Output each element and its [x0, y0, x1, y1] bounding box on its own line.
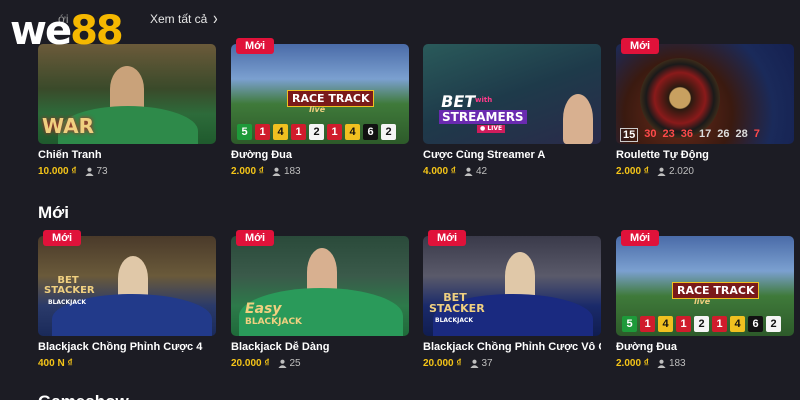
game-name: Blackjack Dễ Dàng: [231, 341, 330, 353]
game-name: Chiến Tranh: [38, 149, 102, 161]
game-card-bet-stacker-4[interactable]: Mới BET STACKER BLACKJACK Blackjack Chồn…: [38, 230, 216, 369]
game-name: Đường Đua: [231, 149, 293, 161]
min-bet: 4.000 ₫: [423, 166, 456, 177]
race-track-logo: RACE TRACK: [287, 90, 375, 107]
player-count: 25: [289, 358, 301, 369]
game-card-bet-stacker-unlimited[interactable]: Mới BET STACKER BLACKJACK Blackjack Chồn…: [423, 230, 601, 369]
min-bet: 2.000 ₫: [616, 166, 649, 177]
game-name: Blackjack Chồng Phỉnh Cược Vô C...: [423, 341, 601, 353]
min-bet: 10.000 ₫: [38, 166, 77, 177]
game-thumbnail[interactable]: 15 30 23 36 17 26 28 7: [616, 44, 794, 144]
min-bet: 400 N ₫: [38, 358, 73, 369]
min-bet: 2.000 ₫: [616, 358, 649, 369]
user-icon: [469, 359, 479, 368]
bet-stacker-logo: BET STACKER: [429, 291, 485, 315]
roulette-wheel: [640, 58, 720, 138]
player-count: 2.020: [668, 166, 694, 177]
user-icon: [84, 167, 94, 176]
new-badge: Mới: [621, 230, 660, 246]
game-card-bet-with-streamers[interactable]: BET with STREAMERS ● LIVE Cược Cùng Stre…: [423, 44, 601, 177]
min-bet: 20.000 ₫: [231, 358, 270, 369]
chevron-right-icon[interactable]: ›: [213, 8, 218, 29]
min-bet: 2.000 ₫: [231, 166, 264, 177]
bet-stacker-logo: BET STACKER: [44, 275, 95, 296]
game-thumbnail[interactable]: RACE TRACK live 5 1 4 1 2 1 4 6 2: [616, 236, 794, 336]
game-thumbnail[interactable]: RACE TRACK live 5 1 4 1 2 1 4 6 2: [231, 44, 409, 144]
game-name: Roulette Tự Động: [616, 149, 709, 161]
section-title-new: Mới: [38, 203, 69, 222]
results-strip: 5 1 4 1 2 1 4 6 2: [237, 124, 396, 140]
game-card-race-track[interactable]: Mới RACE TRACK live 5 1 4 1 2 1 4 6 2 Đư…: [231, 38, 409, 177]
game-name: Cược Cùng Streamer A: [423, 149, 546, 161]
player-count: 37: [481, 358, 493, 369]
player-count: 73: [96, 166, 108, 177]
war-logo: WAR: [42, 114, 95, 138]
results-strip: 5 1 4 1 2 1 4 6 2: [622, 316, 781, 332]
new-badge: Mới: [428, 230, 467, 246]
dealer-image: [505, 252, 535, 300]
section-title-gameshow: Gameshow: [38, 392, 129, 400]
race-track-logo: RACE TRACK: [672, 282, 760, 299]
player-count: 42: [475, 166, 488, 177]
game-name: Đường Đua: [616, 341, 678, 353]
game-card-war[interactable]: WAR Chiến Tranh 10.000 ₫ 73: [38, 44, 216, 177]
min-bet: 20.000 ₫: [423, 358, 462, 369]
player-count: 183: [283, 166, 301, 177]
we88-logo[interactable]: we88: [10, 8, 124, 54]
game-thumbnail[interactable]: BET STACKER BLACKJACK: [423, 236, 601, 336]
roulette-results: 15 30 23 36 17 26 28 7: [620, 128, 760, 142]
new-badge: Mới: [43, 230, 82, 246]
easy-blackjack-logo: Easy: [245, 301, 282, 317]
game-thumbnail[interactable]: WAR: [38, 44, 216, 144]
game-card-easy-blackjack[interactable]: Mới Easy BLACKJACK Blackjack Dễ Dàng 20.…: [231, 230, 409, 369]
new-badge: Mới: [236, 230, 275, 246]
user-icon: [464, 167, 473, 176]
streamer-image: [563, 94, 593, 144]
user-icon: [277, 359, 287, 368]
game-thumbnail[interactable]: BET STACKER BLACKJACK: [38, 236, 216, 336]
game-name: Blackjack Chồng Phỉnh Cược 4: [38, 341, 203, 353]
new-badge: Mới: [621, 38, 660, 54]
user-icon: [657, 167, 666, 176]
game-thumbnail[interactable]: BET with STREAMERS ● LIVE: [423, 44, 601, 144]
new-badge: Mới: [236, 38, 275, 54]
game-card-race-track-2[interactable]: Mới RACE TRACK live 5 1 4 1 2 1 4 6 2 Đư…: [616, 230, 794, 369]
game-thumbnail[interactable]: Easy BLACKJACK: [231, 236, 409, 336]
bet-with-streamers-logo: BET: [439, 92, 477, 111]
player-count: 183: [668, 358, 686, 369]
see-all-link[interactable]: Xem tất cả: [150, 12, 207, 26]
user-icon: [657, 359, 666, 368]
user-icon: [272, 167, 281, 176]
game-card-auto-roulette[interactable]: Mới 15 30 23 36 17 26 28 7 Roulette Tự Đ…: [616, 38, 794, 177]
